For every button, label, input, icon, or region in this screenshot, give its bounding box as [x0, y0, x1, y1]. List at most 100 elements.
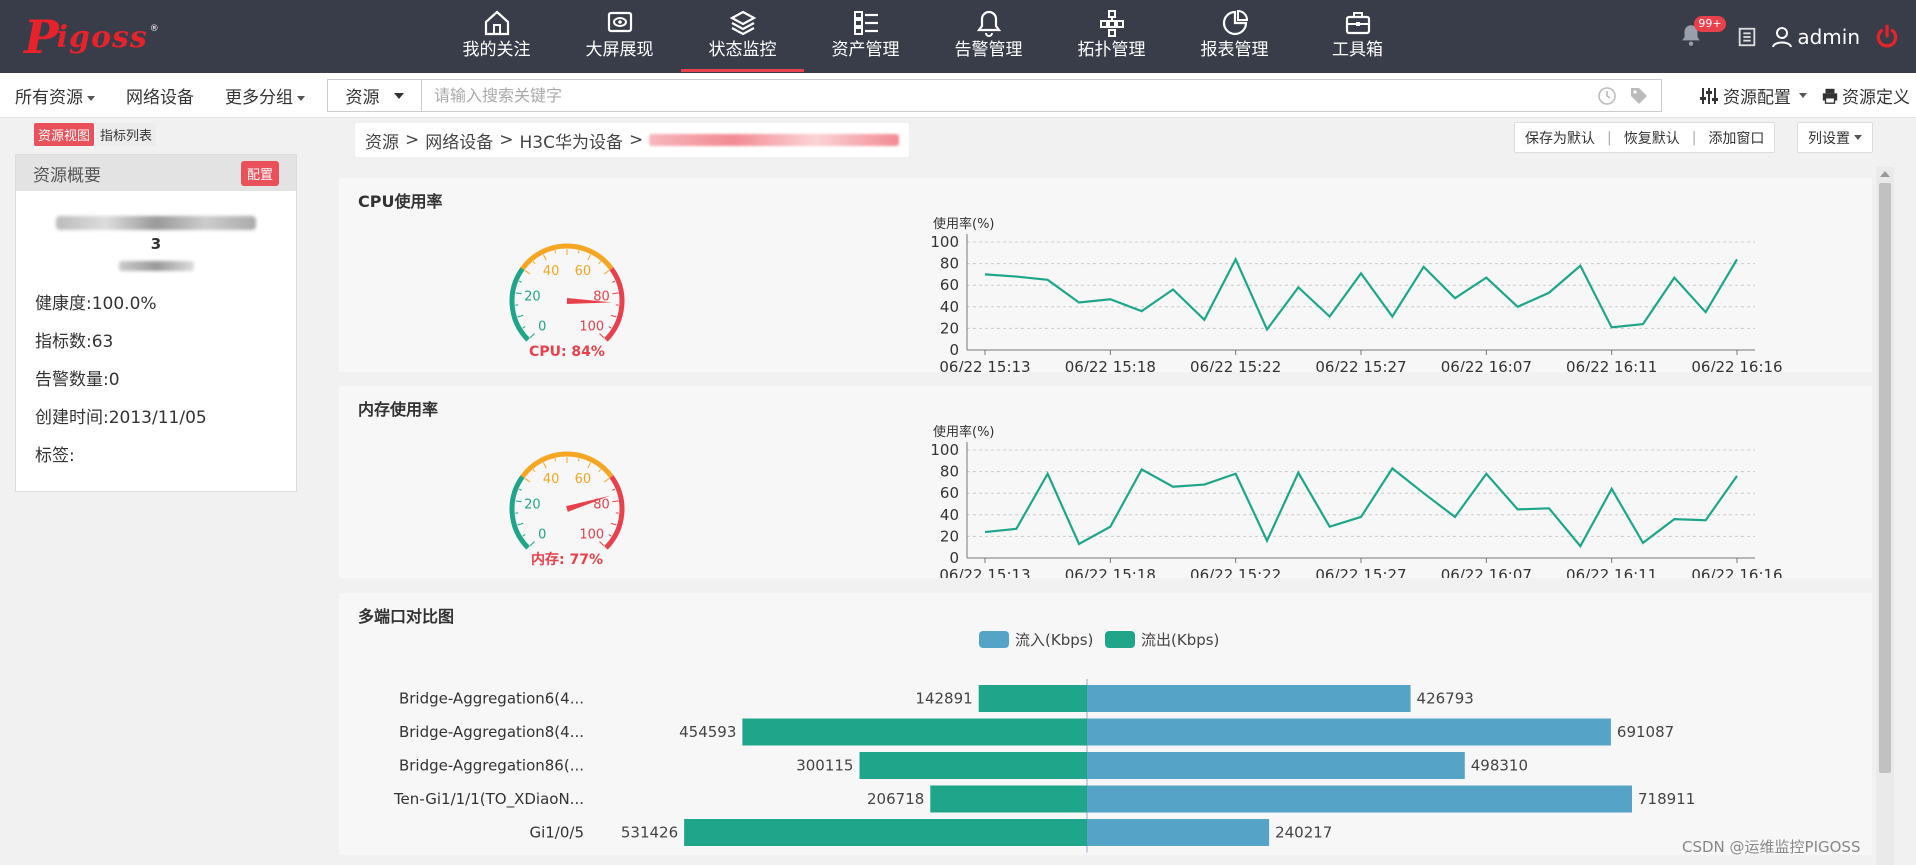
gauge-tick — [554, 458, 557, 462]
breadcrumb-item-network[interactable]: 网络设备 — [425, 128, 493, 153]
bar-outbound[interactable] — [859, 752, 1087, 779]
power-icon[interactable] — [1874, 24, 1900, 50]
vertical-scrollbar[interactable] — [1876, 167, 1894, 865]
breadcrumb-item-h3c[interactable]: H3C华为设备 — [520, 128, 623, 153]
resource-name: 3 — [16, 211, 296, 271]
bar-outbound[interactable] — [684, 819, 1087, 846]
x-tick-label: 06/22 15:18 — [1065, 566, 1156, 578]
gauge-tick — [612, 488, 616, 491]
y-tick-label: 20 — [940, 527, 959, 545]
redacted-ip — [118, 261, 194, 271]
redacted-name — [56, 215, 256, 230]
scroll-thumb[interactable] — [1879, 183, 1891, 773]
bar-inbound[interactable] — [1087, 819, 1270, 846]
more-groups-dropdown[interactable]: 更多分组 — [225, 83, 305, 108]
user-menu[interactable]: admin — [1772, 25, 1860, 49]
bar-value-label: 691087 — [1617, 723, 1674, 741]
tab-metric-list[interactable]: 指标列表 — [96, 123, 157, 146]
gauge-tick-label: 100 — [579, 320, 604, 335]
pigoss-logo[interactable]: P igoss ® — [24, 14, 159, 60]
resource-name-suffix: 3 — [150, 235, 162, 253]
category-label: Ten-Gi1/1/1(TO_XDiaoN... — [393, 790, 584, 809]
nav-label: 工具箱 — [1332, 40, 1383, 60]
gauge-tick — [515, 500, 522, 503]
bar-value-label: 498310 — [1471, 757, 1528, 775]
gauge-tick — [532, 469, 536, 473]
resource-config-dropdown[interactable]: 资源配置 — [1699, 83, 1807, 108]
resource-define-button[interactable]: 资源定义 — [1821, 83, 1910, 108]
secondary-toolbar: 所有资源 网络设备 更多分组 资源 资源配置 资源定义 — [0, 73, 1916, 118]
main-nav: 我的关注 大屏展现 状态监控 资产管理 告警管理 拓扑管理 报表管理 工具箱 — [435, 0, 1419, 73]
x-tick-label: 06/22 15:13 — [939, 358, 1030, 372]
search-type-select[interactable]: 资源 — [328, 80, 422, 111]
bar-inbound[interactable] — [1087, 785, 1632, 813]
legend-label[interactable]: 流入(Kbps) — [1015, 631, 1093, 649]
resource-actions: 资源配置 资源定义 — [1699, 73, 1910, 118]
divider: | — [1607, 129, 1612, 146]
nav-item-screen-eye[interactable]: 大屏展现 — [558, 0, 681, 73]
nav-item-toolbox[interactable]: 工具箱 — [1296, 0, 1419, 73]
search-bar: 资源 — [327, 79, 1662, 112]
bar-inbound[interactable] — [1087, 752, 1465, 779]
x-tick-label: 06/22 15:13 — [939, 566, 1030, 578]
tab-resource-view[interactable]: 资源视图 — [34, 123, 95, 146]
bar-inbound[interactable] — [1087, 718, 1611, 746]
gauge-tick — [610, 314, 617, 318]
search-input[interactable] — [422, 80, 1597, 111]
bar-value-label: 718911 — [1638, 790, 1695, 808]
breadcrumb-item-resources[interactable]: 资源 — [365, 128, 399, 153]
gauge-tick — [532, 261, 536, 265]
y-tick-label: 60 — [940, 484, 959, 502]
restore-default-button[interactable]: 恢复默认 — [1624, 128, 1680, 148]
network-devices-link[interactable]: 网络设备 — [126, 83, 194, 108]
bar-value-label: 426793 — [1417, 690, 1474, 708]
y-tick-label: 80 — [940, 255, 959, 273]
divider: | — [1691, 129, 1697, 146]
alert-bell-button[interactable]: 99+ — [1678, 15, 1726, 52]
legend-swatch[interactable] — [1105, 631, 1135, 648]
nav-item-pie-chart[interactable]: 报表管理 — [1173, 0, 1296, 73]
clock-icon[interactable] — [1597, 86, 1617, 106]
bar-outbound[interactable] — [742, 718, 1087, 746]
nav-item-home[interactable]: 我的关注 — [435, 0, 558, 73]
notebook-icon[interactable] — [1736, 26, 1758, 48]
watermark: CSDN @运维监控PIGOSS — [1682, 838, 1861, 856]
bar-value-label: 531426 — [621, 824, 678, 842]
scroll-up-arrow-icon[interactable] — [1880, 171, 1890, 177]
nav-item-list[interactable]: 资产管理 — [804, 0, 927, 73]
legend-label[interactable]: 流出(Kbps) — [1141, 631, 1219, 649]
cpu-gauge: 02040 6080100CPU: 84% — [509, 243, 625, 360]
logo-registered: ® — [149, 24, 159, 34]
chevron-down-icon — [87, 95, 95, 101]
gauge-tick — [612, 500, 619, 503]
config-button[interactable]: 配置 — [240, 160, 279, 186]
add-window-button[interactable]: 添加窗口 — [1708, 128, 1764, 148]
bar-value-label: 206718 — [867, 790, 924, 808]
x-tick-label: 06/22 16:11 — [1566, 566, 1657, 578]
save-default-button[interactable]: 保存为默认 — [1525, 128, 1595, 148]
series-line — [984, 256, 1738, 332]
tag-icon[interactable] — [1629, 86, 1649, 106]
gauge-tick-label: 40 — [543, 264, 560, 279]
username: admin — [1797, 24, 1860, 49]
nav-item-layers[interactable]: 状态监控 — [681, 0, 804, 73]
gauge-tick — [524, 270, 531, 275]
gauge-tick-label: 40 — [543, 472, 560, 487]
gauge-tick — [608, 326, 612, 329]
gauge-tick-label: 0 — [538, 528, 546, 543]
bar-inbound[interactable] — [1087, 685, 1411, 712]
all-resources-dropdown[interactable]: 所有资源 — [15, 83, 95, 108]
y-tick-label: 40 — [940, 506, 959, 524]
logo-letter: P — [24, 10, 59, 64]
column-settings-dropdown[interactable]: 列设置 — [1797, 122, 1873, 153]
bar-outbound[interactable] — [978, 685, 1087, 712]
bar-value-label: 300115 — [796, 757, 853, 775]
memory-panel-title: 内存使用率 — [358, 400, 439, 419]
nav-item-bell[interactable]: 告警管理 — [927, 0, 1050, 73]
bar-outbound[interactable] — [930, 785, 1087, 813]
health-row: 健康度:100.0% — [35, 294, 157, 314]
legend-swatch[interactable] — [979, 631, 1009, 648]
nav-item-topology[interactable]: 拓扑管理 — [1050, 0, 1173, 73]
y-tick-label: 60 — [940, 276, 959, 294]
bar-value-label: 454593 — [679, 723, 736, 741]
